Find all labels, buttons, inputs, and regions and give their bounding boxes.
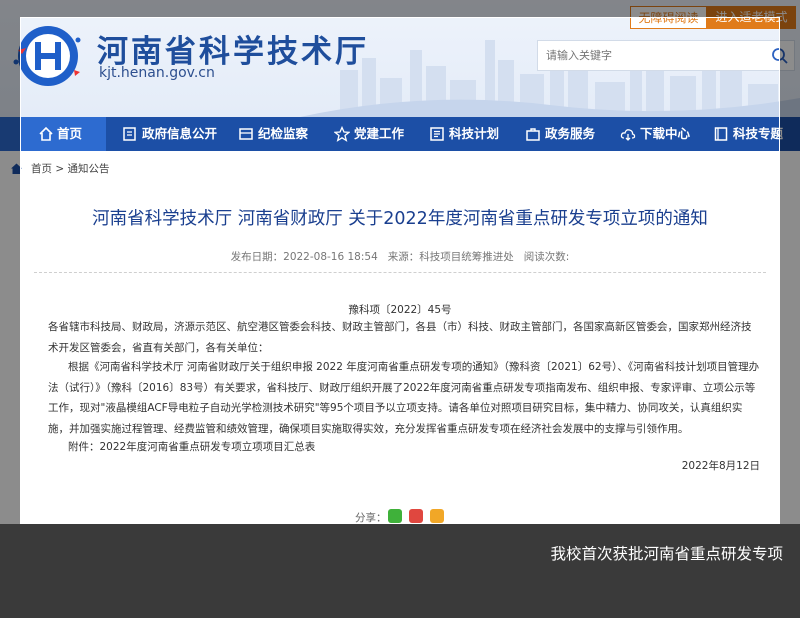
overlay-shade <box>780 17 800 524</box>
caption-bar: 我校首次获批河南省重点研发专项 <box>0 524 800 618</box>
caption-text: 我校首次获批河南省重点研发专项 <box>550 545 783 563</box>
overlay-shade <box>0 0 800 17</box>
overlay-shade <box>0 17 20 524</box>
screenshot-frame <box>20 17 780 525</box>
